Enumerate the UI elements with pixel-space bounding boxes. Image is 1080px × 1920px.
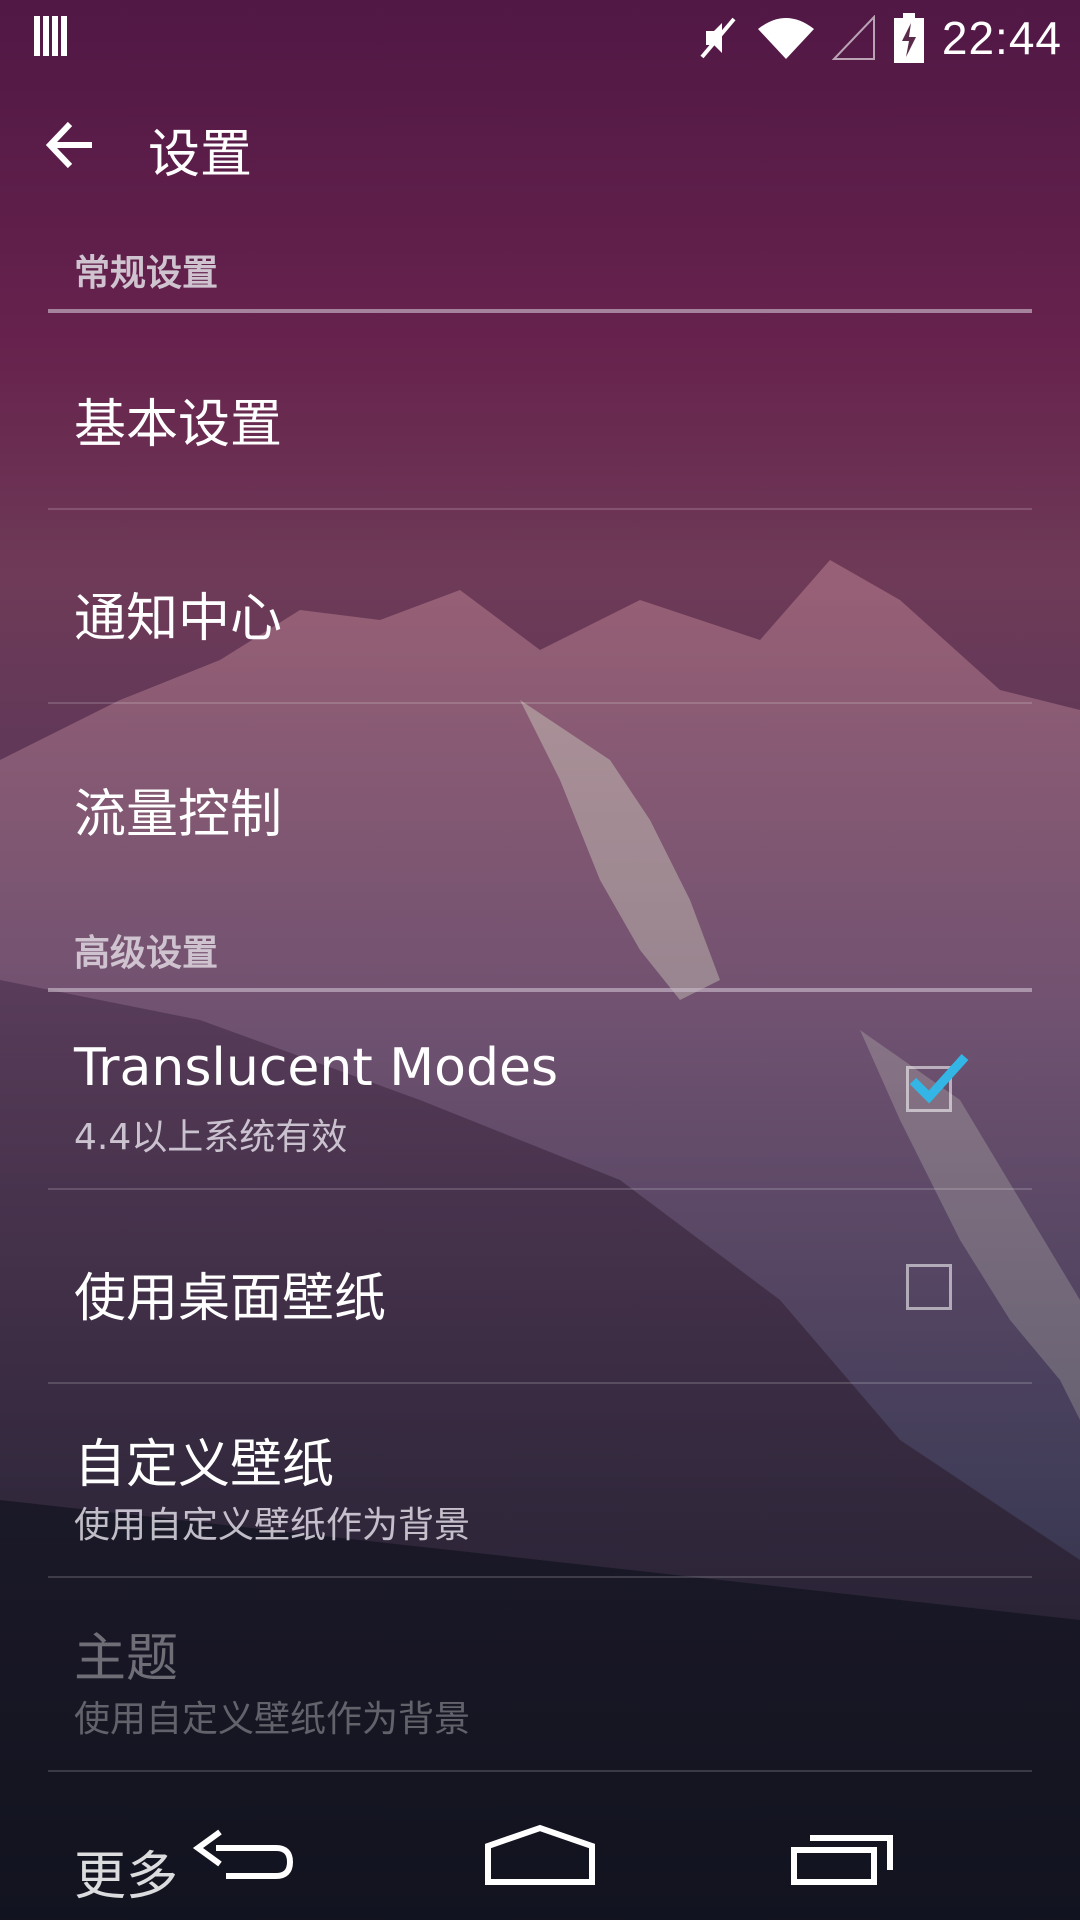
battery-charging-icon: [893, 13, 924, 63]
navigation-bar: [0, 1800, 1080, 1920]
section-header-advanced: 高级设置: [74, 933, 219, 974]
pref-traffic-control[interactable]: 流量控制: [0, 704, 1080, 904]
pref-use-desktop-wallpaper[interactable]: 使用桌面壁纸: [0, 1190, 1080, 1382]
pref-notification-center[interactable]: 通知中心: [0, 510, 1080, 702]
list-divider: [48, 1770, 1032, 1772]
status-bar: 22:44: [0, 0, 1080, 76]
pref-basic-settings[interactable]: 基本设置: [0, 314, 1080, 508]
pref-title: 基本设置: [74, 395, 283, 455]
section-header-general: 常规设置: [74, 253, 219, 294]
back-arrow-icon[interactable]: [44, 118, 98, 172]
use-desktop-wallpaper-checkbox[interactable]: [906, 1264, 952, 1310]
nav-home-icon[interactable]: [484, 1820, 596, 1900]
page-title: 设置: [148, 125, 253, 185]
mute-icon: [700, 17, 736, 59]
pref-summary: 使用自定义壁纸作为背景: [74, 1505, 471, 1546]
checkmark-icon: [909, 1053, 969, 1104]
section-divider: [48, 309, 1032, 313]
pref-title: 主题: [74, 1629, 179, 1689]
action-bar: 设置: [0, 86, 1080, 206]
pref-summary: 4.4以上系统有效: [74, 1117, 348, 1158]
pref-title: 自定义壁纸: [74, 1435, 335, 1495]
pref-theme: 主题 使用自定义壁纸作为背景: [0, 1578, 1080, 1770]
pref-custom-wallpaper[interactable]: 自定义壁纸 使用自定义壁纸作为背景: [0, 1384, 1080, 1576]
pref-summary: 使用自定义壁纸作为背景: [74, 1699, 471, 1740]
pref-title: Translucent Modes: [74, 1038, 559, 1098]
pref-title: 流量控制: [74, 785, 283, 845]
pref-translucent-modes[interactable]: Translucent Modes 4.4以上系统有效: [0, 992, 1080, 1188]
pref-title: 通知中心: [74, 589, 283, 649]
signal-bars-icon: [34, 16, 67, 56]
cell-signal-icon: [831, 15, 875, 60]
translucent-modes-checkbox[interactable]: [906, 1053, 969, 1112]
pref-title: 使用桌面壁纸: [74, 1269, 387, 1329]
wifi-icon: [757, 18, 814, 59]
nav-recents-icon[interactable]: [790, 1820, 894, 1900]
clock: 22:44: [941, 12, 1062, 64]
nav-back-icon[interactable]: [186, 1820, 296, 1900]
